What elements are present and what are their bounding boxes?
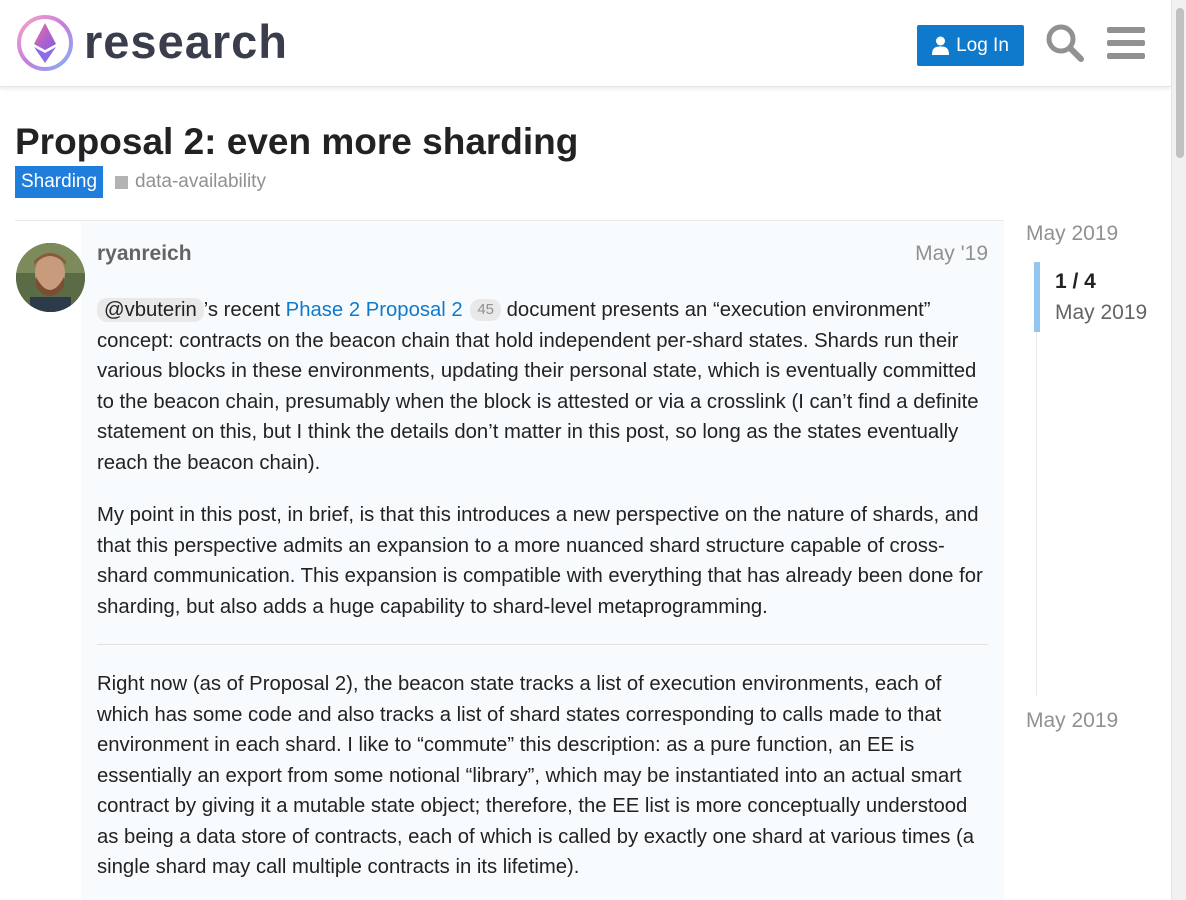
post-username[interactable]: ryanreich	[97, 240, 192, 268]
post-paragraph-1: @vbuterin’s recent Phase 2 Proposal 2 45…	[97, 295, 988, 478]
category-badge[interactable]: Sharding	[15, 166, 104, 198]
post-paragraph-2: My point in this post, in brief, is that…	[97, 504, 983, 618]
page-scrollbar[interactable]	[1171, 0, 1186, 900]
avatar[interactable]	[16, 243, 85, 312]
topic-title[interactable]: Proposal 2: even more sharding	[15, 120, 578, 164]
timeline-position: 1 / 4	[1055, 270, 1096, 293]
ethereum-research-logo-icon[interactable]	[16, 14, 74, 72]
paragraph-text: ’s recent	[203, 299, 286, 321]
content-divider	[97, 644, 988, 645]
login-label: Log In	[956, 34, 1009, 56]
post-content: @vbuterin’s recent Phase 2 Proposal 2 45…	[97, 295, 988, 900]
search-icon[interactable]	[1045, 23, 1085, 63]
user-mention[interactable]: @vbuterin	[97, 298, 204, 322]
site-logo-text[interactable]: research	[84, 12, 288, 72]
tag-square-icon	[115, 175, 128, 189]
timeline-scroll-handle[interactable]	[1034, 262, 1040, 332]
timeline-start-date[interactable]: May 2019	[1026, 220, 1118, 248]
login-button[interactable]: Log In	[917, 25, 1024, 66]
hamburger-menu-icon[interactable]	[1107, 25, 1145, 61]
post-date[interactable]: May '19	[870, 240, 988, 268]
proposal-link[interactable]: Phase 2 Proposal 2	[286, 299, 463, 321]
paragraph-text: document presents an “execution environm…	[97, 299, 979, 474]
tag-data-availability[interactable]: data-availability	[115, 166, 266, 198]
timeline-current-date: May 2019	[1055, 301, 1148, 324]
site-header: research Log In	[0, 0, 1171, 87]
scrollbar-thumb[interactable]	[1176, 8, 1184, 158]
user-avatar-icon	[16, 243, 85, 312]
post-paragraph-3: Right now (as of Proposal 2), the beacon…	[97, 673, 975, 878]
user-icon	[932, 36, 950, 55]
link-click-count: 45	[470, 299, 502, 321]
tag-label: data-availability	[135, 171, 266, 192]
timeline-end-date[interactable]: May 2019	[1026, 707, 1118, 735]
